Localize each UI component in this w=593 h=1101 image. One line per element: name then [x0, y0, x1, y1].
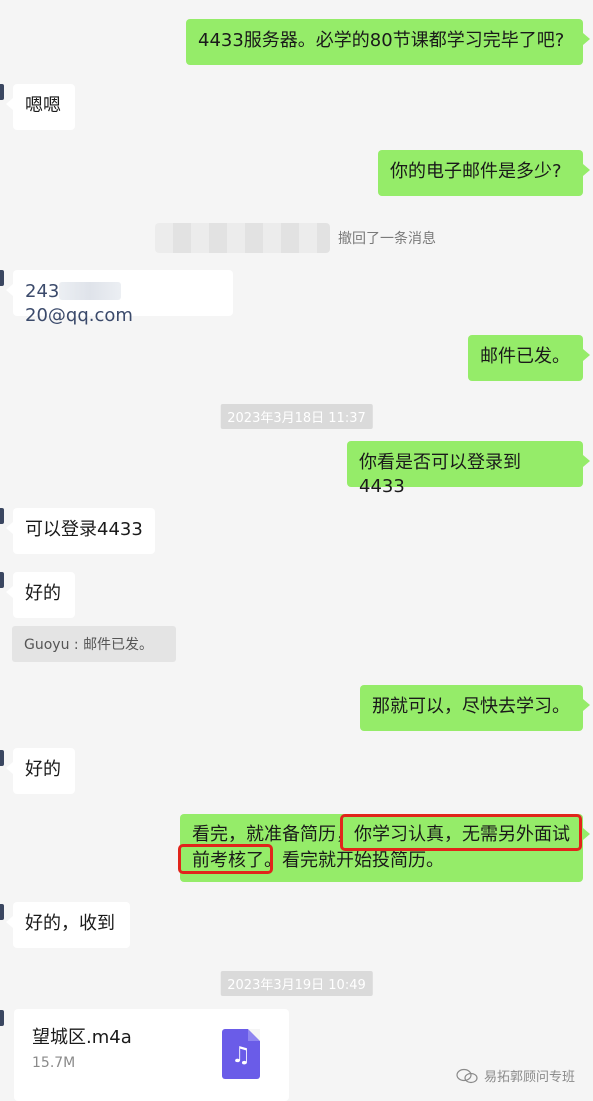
file-message[interactable]: 望城区.m4a 15.7M ♫ — [14, 1009, 289, 1101]
email-prefix: 243 — [25, 281, 60, 302]
message-text: 那就可以，尽快去学习。 — [372, 696, 570, 717]
wechat-icon — [456, 1068, 478, 1083]
message-text: 可以登录4433 — [25, 519, 143, 540]
timestamp: 2023年3月18日 11:37 — [220, 404, 373, 429]
highlight-box — [340, 814, 582, 851]
quoted-message[interactable]: Guoyu : 邮件已发。 — [12, 626, 176, 662]
message-bubble-received[interactable]: 好的 — [6, 748, 75, 794]
message-bubble-received[interactable]: 好的，收到 — [6, 902, 130, 948]
message-bubble-received[interactable]: 嗯嗯 — [6, 84, 75, 130]
avatar[interactable] — [0, 270, 4, 286]
message-bubble-sent[interactable]: 那就可以，尽快去学习。 — [360, 685, 590, 731]
highlight-box — [178, 844, 273, 874]
message-bubble-received[interactable]: 可以登录4433 — [6, 508, 155, 554]
message-bubble-received[interactable]: 好的 — [6, 572, 75, 618]
message-bubble-sent[interactable]: 4433服务器。必学的80节课都学习完毕了吧? — [186, 19, 590, 65]
message-bubble-sent[interactable]: 邮件已发。 — [468, 335, 590, 381]
watermark: 易拓郭顾问专班 — [456, 1066, 575, 1085]
avatar[interactable] — [0, 904, 4, 920]
music-file-icon: ♫ — [222, 1029, 260, 1079]
file-size: 15.7M — [32, 1055, 76, 1071]
blurred-name — [155, 223, 330, 253]
message-text: 好的，收到 — [25, 913, 115, 934]
message-text: 好的 — [25, 759, 61, 780]
message-text: 你看是否可以登录到 4433 — [359, 452, 521, 497]
watermark-text: 易拓郭顾问专班 — [483, 1070, 575, 1085]
message-text: 邮件已发。 — [480, 346, 570, 367]
avatar[interactable] — [0, 1010, 4, 1026]
message-bubble-sent[interactable]: 你看是否可以登录到 4433 — [347, 441, 590, 497]
timestamp: 2023年3月19日 10:49 — [220, 971, 373, 996]
file-name: 望城区.m4a — [32, 1027, 132, 1048]
message-text: 你的电子邮件是多少? — [390, 161, 562, 182]
recall-text: 撤回了一条消息 — [338, 231, 436, 247]
message-text: 好的 — [25, 583, 61, 604]
message-bubble-received[interactable]: 243 20@qq.com — [6, 270, 233, 326]
message-text: 4433服务器。必学的80节课都学习完毕了吧? — [198, 30, 565, 51]
email-suffix: 20@qq.com — [25, 305, 133, 326]
redacted-block — [59, 282, 122, 300]
message-bubble-sent[interactable]: 你的电子邮件是多少? — [378, 150, 590, 196]
avatar[interactable] — [0, 572, 4, 588]
avatar[interactable] — [0, 750, 4, 766]
recall-notice: 撤回了一条消息 — [155, 223, 436, 253]
avatar[interactable] — [0, 84, 4, 100]
message-text: 嗯嗯 — [25, 95, 61, 116]
avatar[interactable] — [0, 508, 4, 524]
